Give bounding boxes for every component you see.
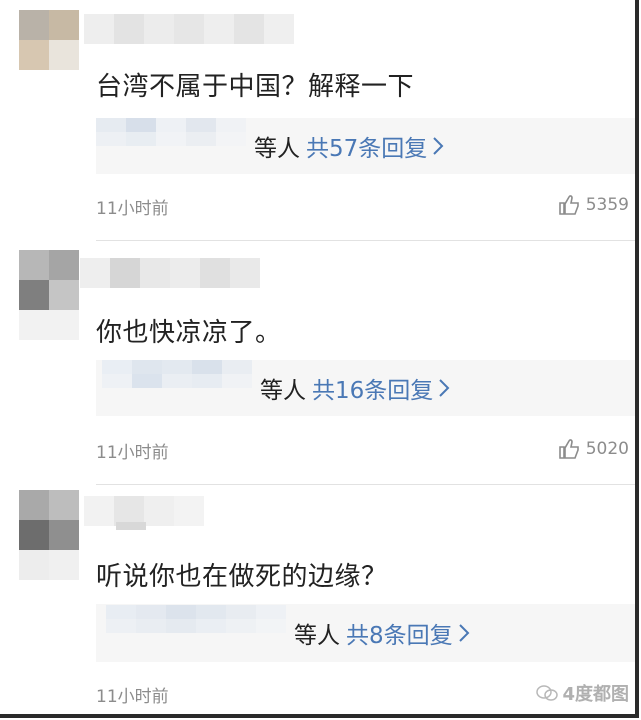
reply-count: 共57条回复 (306, 136, 428, 162)
watermark: 4度都图 (536, 680, 629, 706)
chevron-right-icon (458, 624, 470, 642)
reply-count: 共16条回复 (312, 378, 434, 404)
reply-users-label: 等人 (254, 136, 300, 162)
thumbs-up-icon (558, 195, 579, 215)
avatar[interactable] (19, 10, 79, 70)
reply-avatars-blurred (102, 360, 252, 416)
username-blurred[interactable] (80, 258, 260, 288)
username-blurred[interactable] (84, 14, 294, 44)
timestamp: 11小时前 (96, 687, 169, 707)
wechat-icon (536, 685, 559, 701)
divider (96, 240, 635, 241)
chevron-right-icon (433, 137, 444, 155)
comment-text: 听说你也在做死的边缘？ (96, 562, 388, 592)
view-replies-link[interactable]: 共57条回复 (306, 129, 445, 163)
divider (96, 484, 635, 485)
view-replies-link[interactable]: 共8条回复 (346, 616, 471, 650)
like-button[interactable]: 5359 (558, 194, 629, 216)
comment-text: 你也快凉凉了。 (96, 318, 282, 348)
comment-text: 台湾不属于中国？解释一下 (96, 72, 415, 102)
chevron-right-icon (439, 379, 450, 397)
thumbs-up-icon (558, 439, 579, 459)
avatar-lower (19, 310, 79, 340)
watermark-text: 4度都图 (562, 684, 629, 705)
timestamp: 11小时前 (96, 443, 169, 463)
reply-avatars-blurred (96, 118, 246, 174)
reply-summary[interactable]: 等人 共57条回复 (96, 118, 635, 174)
timestamp: 11小时前 (96, 199, 169, 219)
reply-users-label: 等人 (260, 378, 306, 404)
avatar-lower (19, 550, 79, 580)
reply-summary[interactable]: 等人 共16条回复 (96, 360, 635, 416)
avatar[interactable] (19, 490, 79, 550)
reply-count: 共8条回复 (346, 623, 453, 649)
reply-summary[interactable]: 等人 共8条回复 (96, 604, 635, 662)
like-count: 5359 (585, 195, 629, 215)
like-button[interactable]: 5020 (558, 438, 629, 460)
reply-avatars-blurred (106, 605, 286, 661)
avatar[interactable] (19, 250, 79, 310)
view-replies-link[interactable]: 共16条回复 (312, 371, 451, 405)
username-fragment (116, 522, 146, 530)
reply-users-label: 等人 (294, 623, 340, 649)
like-count: 5020 (585, 439, 629, 459)
